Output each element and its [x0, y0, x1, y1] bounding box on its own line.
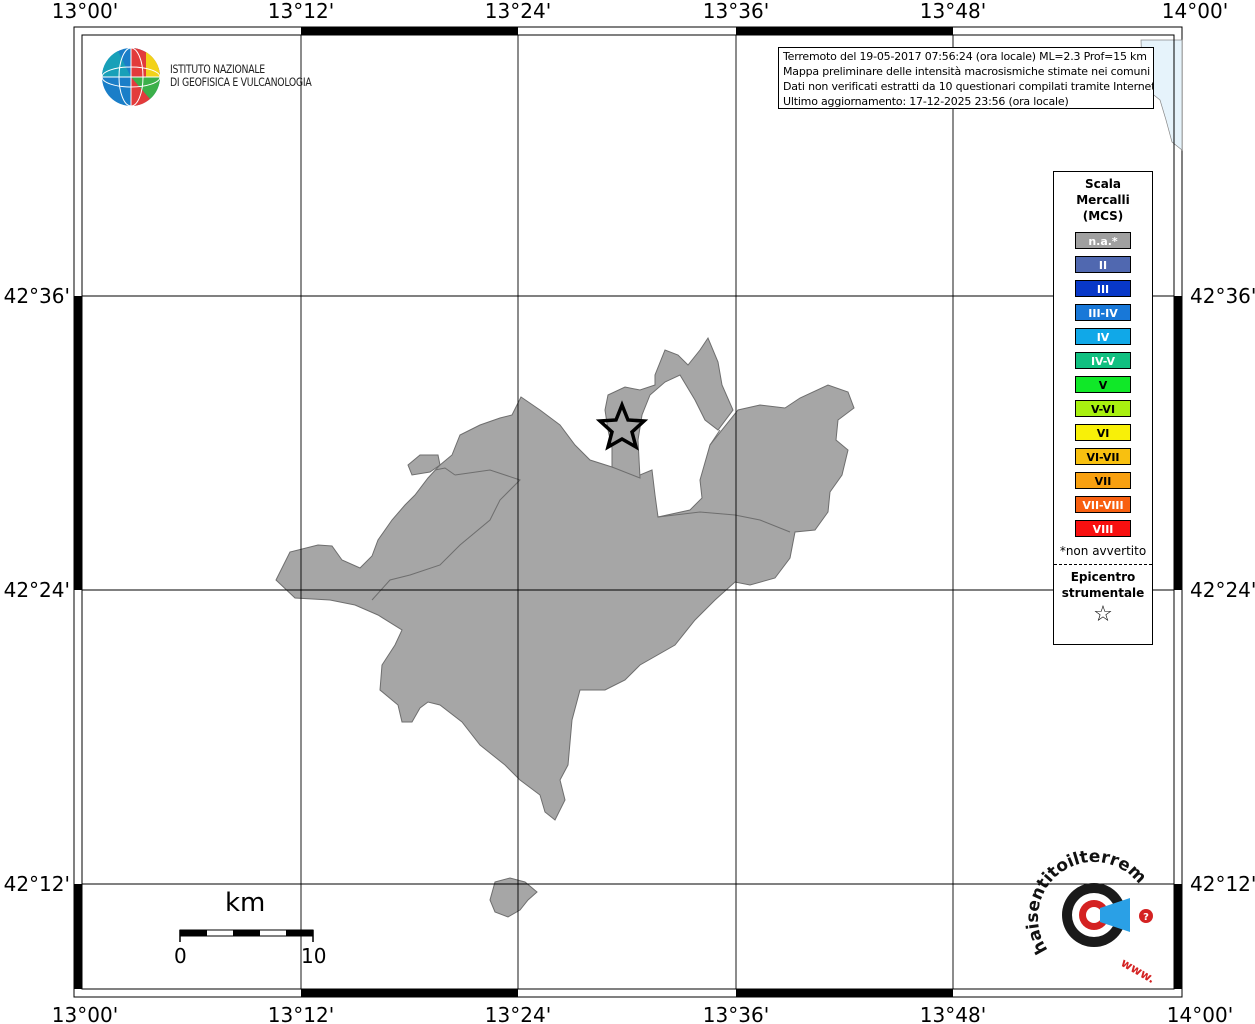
legend-item: VI-VII	[1075, 448, 1131, 465]
lon-tick-top: 13°36'	[703, 0, 769, 23]
legend-separator	[1054, 564, 1152, 565]
lon-tick-bottom: 14°00'	[1167, 1003, 1233, 1024]
lon-tick-top: 13°12'	[268, 0, 334, 23]
legend-item: III-IV	[1075, 304, 1131, 321]
lon-tick-bottom: 13°48'	[920, 1003, 986, 1024]
info-line1: Terremoto del 19-05-2017 07:56:24 (ora l…	[783, 50, 1147, 63]
legend-item: VII-VIII	[1075, 496, 1131, 513]
legend-item: IV	[1075, 328, 1131, 345]
institute-line2: DI GEOFISICA E VULCANOLOGIA	[170, 75, 312, 89]
legend-title-line2: Mercalli	[1076, 193, 1130, 207]
legend-item: III	[1075, 280, 1131, 297]
info-line3: Dati non verificati estratti da 10 quest…	[783, 80, 1154, 93]
legend-item: VIII	[1075, 520, 1131, 537]
legend-item: V-VI	[1075, 400, 1131, 417]
lon-tick-top: 13°48'	[920, 0, 986, 23]
legend-epicenter-line2: strumentale	[1061, 586, 1145, 600]
lat-tick-right: 42°36'	[1190, 284, 1255, 308]
lat-tick-right: 42°12'	[1190, 872, 1255, 896]
lon-tick-top: 13°00'	[52, 0, 118, 23]
lon-tick-bottom: 13°24'	[485, 1003, 551, 1024]
lon-tick-bottom: 13°00'	[52, 1003, 118, 1024]
lon-tick-bottom: 13°36'	[703, 1003, 769, 1024]
info-line2: Mappa preliminare delle intensità macros…	[783, 65, 1150, 78]
lat-tick-right: 42°24'	[1190, 578, 1255, 602]
lon-tick-top: 13°24'	[485, 0, 551, 23]
info-line4: Ultimo aggiornamento: 17-12-2025 23:56 (…	[783, 95, 1069, 108]
legend-title-line3: (MCS)	[1082, 209, 1124, 223]
legend-item: IV-V	[1075, 352, 1131, 369]
scale-unit: km	[225, 888, 266, 918]
scale-start: 0	[174, 944, 187, 968]
legend-item: n.a.*	[1075, 232, 1131, 249]
legend-epicenter-line1: Epicentro	[1070, 570, 1136, 584]
legend-item: VI	[1075, 424, 1131, 441]
event-info-box: Terremoto del 19-05-2017 07:56:24 (ora l…	[778, 47, 1154, 109]
legend-epicenter-label: Epicentro strumentale	[1054, 569, 1152, 601]
legend-title-line1: Scala	[1084, 177, 1122, 191]
lat-tick-left: 42°24'	[4, 578, 70, 602]
institute-name: ISTITUTO NAZIONALE DI GEOFISICA E VULCAN…	[170, 63, 312, 89]
lat-tick-left: 42°36'	[4, 284, 70, 308]
lon-tick-bottom: 13°12'	[268, 1003, 334, 1024]
legend-star-icon: ☆	[1093, 602, 1113, 627]
legend-item: VII	[1075, 472, 1131, 489]
legend-item: V	[1075, 376, 1131, 393]
lat-tick-left: 42°12'	[4, 872, 70, 896]
lon-tick-top: 14°00'	[1162, 0, 1228, 23]
legend-items: n.a.* II III III-IV IV IV-V V V-VI VI VI-VII VII VI…	[1054, 232, 1152, 537]
mcs-legend: Scala Mercalli (MCS) n.a.* II III III-IV IV I…	[1053, 171, 1153, 645]
legend-title: Scala Mercalli (MCS)	[1054, 176, 1152, 224]
legend-item: II	[1075, 256, 1131, 273]
legend-note: *non avvertito	[1059, 544, 1147, 558]
scale-end: 10	[301, 944, 327, 968]
